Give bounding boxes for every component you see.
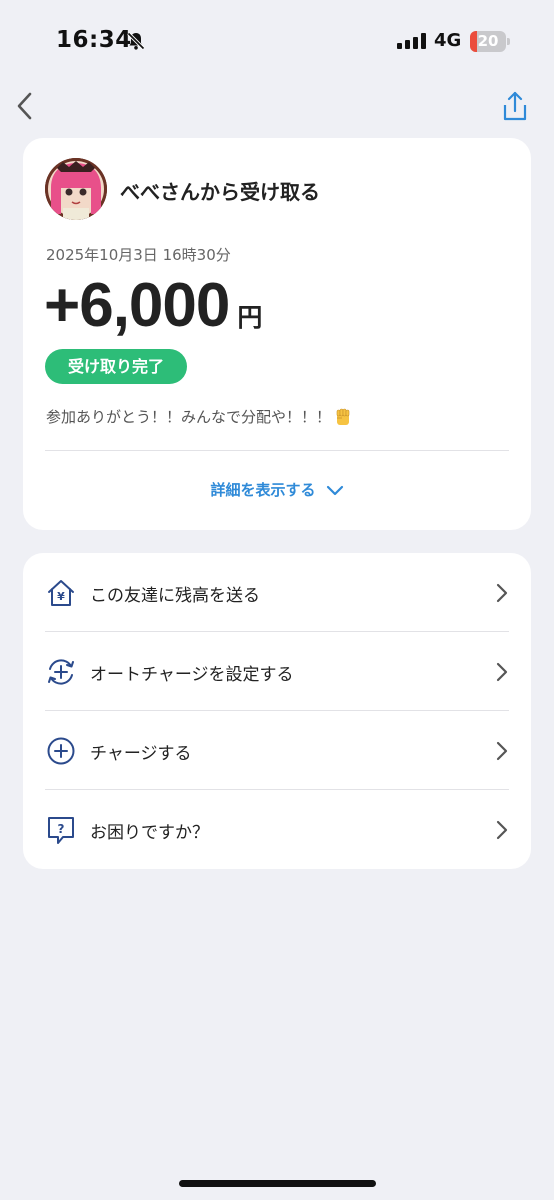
status-time: 16:34 — [56, 27, 132, 53]
status-badge: 受け取り完了 — [45, 349, 188, 384]
amount-row: +6,000 円 — [44, 270, 262, 341]
message-text: 参加ありがとう！！みんなで分配や！！！ — [46, 408, 332, 426]
chevron-down-icon — [326, 485, 343, 495]
menu-item-label: チャージする — [90, 744, 192, 764]
share-icon — [503, 91, 527, 121]
chevron-right-icon — [496, 662, 508, 682]
chevron-left-icon — [17, 92, 32, 120]
battery-icon: 20 — [470, 31, 506, 52]
avatar-image — [45, 158, 107, 220]
back-button[interactable] — [10, 88, 42, 124]
currency-unit: 円 — [237, 303, 263, 332]
menu-item-label: オートチャージを設定する — [90, 665, 294, 685]
chevron-right-icon — [496, 741, 508, 761]
amount-value: +6,000 — [44, 271, 230, 340]
plus-circle-icon — [47, 737, 75, 765]
action-menu-card: ¥ この友達に残高を送る オートチャージを設定する チャージする ? お困りです… — [23, 553, 531, 869]
card-divider — [45, 450, 509, 451]
show-details-label: 詳細を表示する — [210, 481, 316, 499]
menu-item-auto-charge[interactable]: オートチャージを設定する — [23, 632, 531, 711]
help-chat-icon: ? — [48, 817, 74, 844]
auto-charge-icon — [48, 659, 74, 685]
transaction-datetime: 2025年10月3日 16時30分 — [46, 246, 231, 264]
battery-level: 20 — [477, 32, 499, 50]
signal-icon — [397, 33, 426, 49]
svg-text:?: ? — [58, 822, 65, 836]
bell-slash-icon — [127, 32, 145, 50]
share-button[interactable] — [498, 88, 530, 124]
menu-item-help[interactable]: ? お困りですか？ — [23, 790, 531, 869]
transaction-card: べべさんから受け取る 2025年10月3日 16時30分 +6,000 円 受け… — [23, 138, 531, 530]
home-indicator[interactable] — [179, 1180, 376, 1187]
chevron-right-icon — [496, 820, 508, 840]
sender-title: べべさんから受け取る — [120, 180, 320, 204]
svg-text:¥: ¥ — [57, 590, 65, 603]
network-type: 4G — [434, 30, 462, 51]
menu-item-charge[interactable]: チャージする — [23, 711, 531, 790]
avatar — [45, 158, 107, 220]
menu-item-send-balance[interactable]: ¥ この友達に残高を送る — [23, 553, 531, 632]
house-yen-icon: ¥ — [48, 580, 74, 606]
status-bar: 16:34 4G 20 — [0, 0, 554, 80]
chevron-right-icon — [496, 583, 508, 603]
menu-item-label: お困りですか？ — [90, 823, 209, 843]
battery-nub — [507, 38, 510, 45]
raised-fist-emoji — [336, 408, 350, 425]
menu-item-label: この友達に残高を送る — [90, 586, 260, 606]
transaction-message: 参加ありがとう！！みんなで分配や！！！ — [46, 406, 353, 427]
show-details-button[interactable]: 詳細を表示する — [23, 479, 531, 500]
